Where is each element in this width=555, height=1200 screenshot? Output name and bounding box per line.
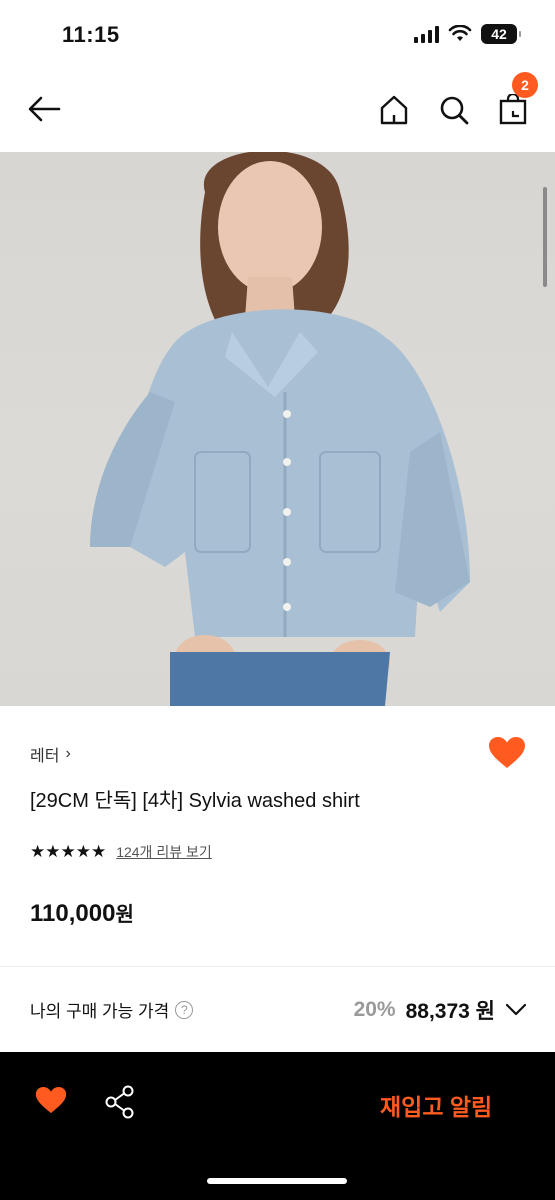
cart-button[interactable]: 2 (498, 72, 538, 126)
product-title: [29CM 단독] [4차] Sylvia washed shirt (30, 790, 360, 812)
back-button[interactable] (26, 94, 62, 124)
share-button[interactable] (104, 1085, 136, 1124)
nav-bar: 2 (0, 70, 555, 152)
price-value: 110,000 (30, 900, 116, 927)
review-link[interactable]: 124개 리뷰 보기 (116, 842, 212, 862)
heart-icon (35, 1087, 67, 1114)
bottom-action-bar: 재입고 알림 (0, 1052, 555, 1200)
product-image[interactable] (0, 152, 555, 706)
divider (0, 966, 555, 967)
my-price-text: 나의 구매 가능 가격 (30, 1002, 170, 1021)
chevron-right-icon: › (65, 745, 71, 762)
cellular-signal-icon (414, 25, 439, 43)
home-indicator (207, 1178, 347, 1184)
bottom-wishlist-button[interactable] (35, 1086, 67, 1120)
discount-price: 88,373 원 (405, 1000, 495, 1023)
home-icon (380, 95, 408, 125)
shopping-bag-icon (499, 94, 527, 125)
back-arrow-icon (28, 96, 61, 122)
restock-alert-button[interactable]: 재입고 알림 (380, 1088, 492, 1122)
brand-link[interactable]: 레터 › (30, 742, 71, 766)
discount-price-toggle[interactable]: 20% 88,373 원 (354, 995, 527, 1025)
home-button[interactable] (378, 94, 410, 126)
status-icons: 42 (414, 24, 521, 44)
wishlist-button[interactable] (488, 736, 526, 775)
brand-name: 레터 (30, 748, 60, 765)
help-icon[interactable]: ? (175, 1000, 194, 1019)
my-price-label: 나의 구매 가능 가격 ? (30, 997, 194, 1022)
chevron-down-icon (505, 1003, 527, 1016)
discount-percent: 20% (353, 998, 396, 1021)
search-button[interactable] (438, 94, 470, 126)
star-rating-icon: ★★★★★ (30, 842, 107, 861)
wifi-icon (448, 25, 472, 41)
search-icon (440, 96, 469, 125)
rating-row: ★★★★★ 124개 리뷰 보기 (30, 842, 212, 862)
price-unit: 원 (115, 904, 134, 926)
cart-count-badge: 2 (512, 72, 538, 98)
heart-icon (489, 737, 525, 768)
battery-icon: 42 (481, 24, 521, 44)
share-icon (105, 1085, 134, 1119)
status-bar: 11:15 42 (0, 0, 555, 70)
image-scrollbar[interactable] (543, 187, 547, 287)
product-photo (90, 152, 470, 706)
original-price: 110,000원 (30, 898, 134, 928)
status-time: 11:15 (62, 22, 120, 47)
